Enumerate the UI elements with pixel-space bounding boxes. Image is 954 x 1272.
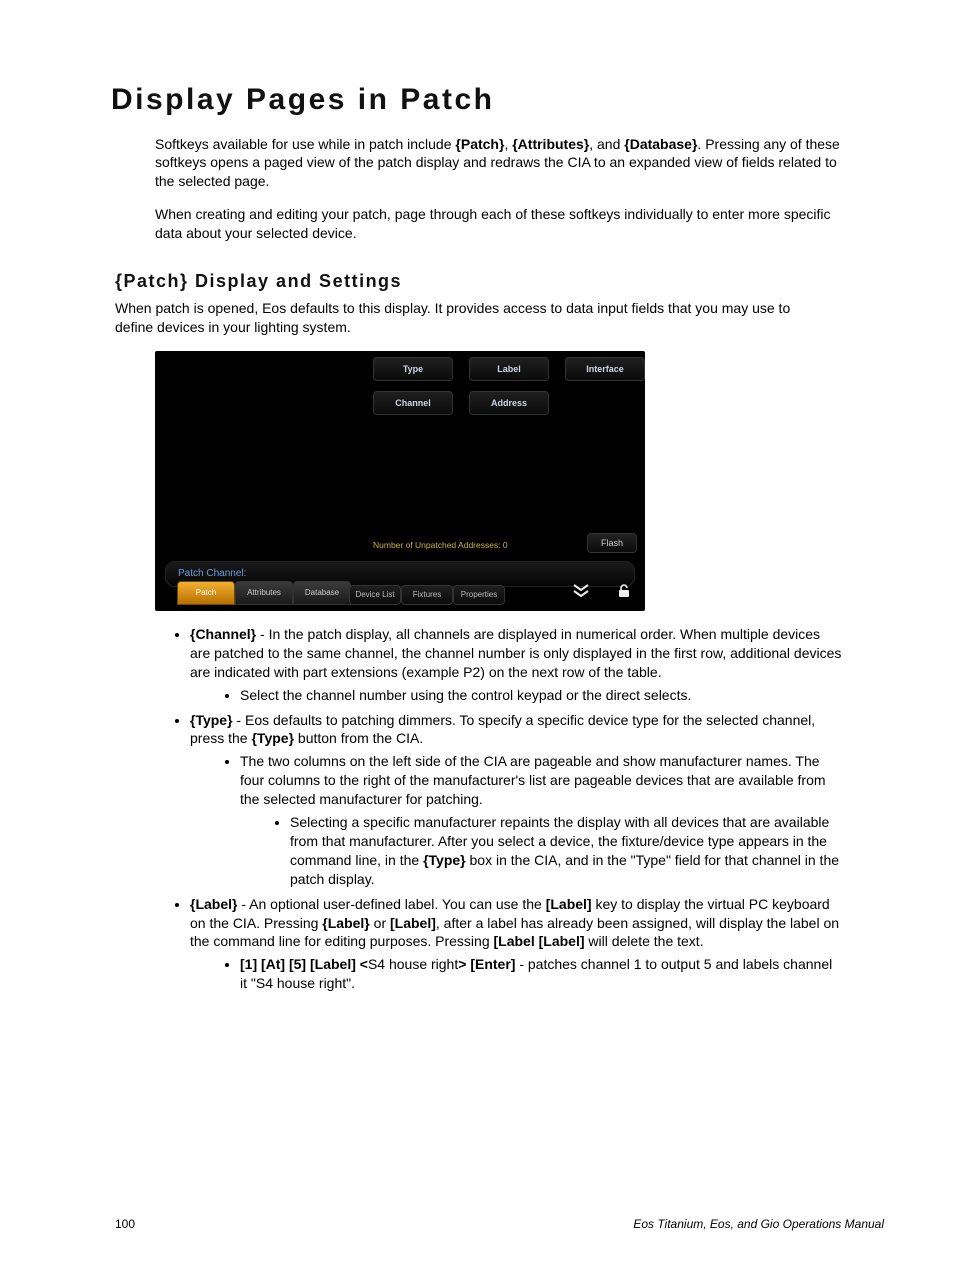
softkey-database: {Database} [624, 136, 697, 152]
list-item: Select the channel number using the cont… [240, 686, 840, 705]
list-item: Selecting a specific manufacturer repain… [290, 813, 840, 889]
unpatched-status: Number of Unpatched Addresses: 0 [373, 540, 508, 551]
list-item-label: {Label} - An optional user-defined label… [190, 895, 842, 993]
cia-icons [573, 584, 631, 603]
tab-fixtures[interactable]: Fixtures [401, 585, 453, 605]
keystroke-sequence: > [Enter] [458, 956, 515, 972]
intro-paragraph-2: When creating and editing your patch, pa… [155, 205, 845, 243]
interface-button[interactable]: Interface [565, 357, 645, 381]
label-button[interactable]: Label [469, 357, 549, 381]
tab-database[interactable]: Database [293, 581, 351, 605]
softkey: {Type} [251, 730, 294, 746]
field-label: {Type} [190, 712, 233, 728]
text: , and [589, 136, 624, 152]
command-line-text: Patch Channel: [178, 567, 246, 581]
page-footer: 100 Eos Titanium, Eos, and Gio Operation… [115, 1216, 884, 1232]
text: button from the CIA. [294, 730, 423, 746]
patch-cia-screenshot: Type Label Interface Channel Address Num… [155, 351, 645, 611]
softkey: {Type} [423, 852, 466, 868]
tab-attributes[interactable]: Attributes [235, 581, 293, 605]
field-list: {Channel} - In the patch display, all ch… [170, 625, 884, 993]
text: - An optional user-defined label. You ca… [237, 896, 545, 912]
softkey: {Label} [322, 915, 369, 931]
page: Display Pages in Patch Softkeys availabl… [0, 0, 954, 1272]
text: - In the patch display, all channels are… [190, 626, 841, 680]
field-label: {Channel} [190, 626, 256, 642]
tab-device-list[interactable]: Device List [349, 585, 401, 605]
intro-paragraph-1: Softkeys available for use while in patc… [155, 135, 845, 192]
tab-patch[interactable]: Patch [177, 581, 235, 605]
softkey-tabs-left: Patch Attributes Database [177, 581, 351, 605]
address-button[interactable]: Address [469, 391, 549, 415]
softkey-attributes: {Attributes} [512, 136, 589, 152]
cia-row-2: Channel Address [373, 391, 549, 415]
user-text: S4 house right [368, 956, 458, 972]
keystroke-sequence: [1] [At] [5] [Label] < [240, 956, 368, 972]
hardkey: [Label [Label] [494, 933, 585, 949]
text: Softkeys available for use while in patc… [155, 136, 455, 152]
chevron-down-icon[interactable] [573, 584, 589, 603]
channel-button[interactable]: Channel [373, 391, 453, 415]
flash-button[interactable]: Flash [587, 533, 637, 553]
section-intro: When patch is opened, Eos defaults to th… [115, 299, 805, 337]
softkey-patch: {Patch} [455, 136, 504, 152]
list-item: The two columns on the left side of the … [240, 752, 840, 888]
list-item-example: [1] [At] [5] [Label] <S4 house right> [E… [240, 955, 840, 993]
lock-icon[interactable] [617, 584, 631, 603]
text: The two columns on the left side of the … [240, 753, 826, 807]
manual-title: Eos Titanium, Eos, and Gio Operations Ma… [633, 1216, 884, 1232]
text: or [370, 915, 390, 931]
hardkey: [Label] [390, 915, 436, 931]
hardkey: [Label] [546, 896, 592, 912]
section-heading-patch-display: {Patch} Display and Settings [115, 269, 884, 293]
list-item-channel: {Channel} - In the patch display, all ch… [190, 625, 842, 705]
page-heading: Display Pages in Patch [111, 80, 884, 121]
field-label: {Label} [190, 896, 237, 912]
tab-properties[interactable]: Properties [453, 585, 505, 605]
text: will delete the text. [585, 933, 704, 949]
page-number: 100 [115, 1216, 135, 1232]
list-item-type: {Type} - Eos defaults to patching dimmer… [190, 711, 842, 889]
cia-row-1: Type Label Interface [373, 357, 645, 381]
softkey-tabs-right: Device List Fixtures Properties [349, 585, 505, 605]
type-button[interactable]: Type [373, 357, 453, 381]
